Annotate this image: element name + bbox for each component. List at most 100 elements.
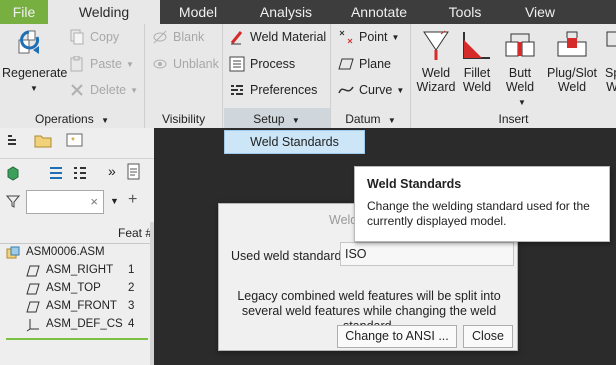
feat-number: 3 — [128, 300, 135, 312]
tree-item-label: ASM_FRONT — [46, 300, 117, 312]
tab-file[interactable]: File — [0, 0, 48, 24]
insert-here-marker[interactable] — [6, 338, 148, 340]
setup-group: Weld Material Process Preferences Setup … — [223, 24, 331, 128]
curve-button[interactable]: Curve ▼ — [337, 79, 404, 101]
chevron-down-icon: ▼ — [396, 85, 405, 95]
tree-item-label: ASM_RIGHT — [46, 264, 114, 276]
favorites-icon[interactable]: * — [66, 132, 84, 151]
weld-standards-tooltip: Weld Standards Change the welding standa… — [354, 166, 610, 242]
preferences-icon — [228, 82, 246, 98]
plane-icon — [337, 56, 355, 72]
folder-icon[interactable] — [34, 132, 52, 151]
clear-icon[interactable]: × — [90, 194, 98, 209]
tree-item-asm-front[interactable]: ASM_FRONT 3 — [0, 298, 150, 316]
tree-columns-icon[interactable] — [72, 165, 88, 184]
operations-group: Copy Paste ▼ Delete ▼ Operations ▼ — [0, 24, 145, 128]
menu-bar: File Welding Model Analysis Annotate Too… — [0, 0, 616, 24]
tree-item-label: ASM0006.ASM — [26, 246, 105, 258]
delete-button[interactable]: Delete ▼ — [68, 79, 138, 101]
blank-button[interactable]: Blank — [151, 26, 204, 48]
plug-slot-weld-icon — [555, 28, 589, 62]
butt-weld-icon — [503, 28, 537, 62]
weld-material-button[interactable]: Weld Material — [228, 26, 326, 48]
tooltip-title: Weld Standards — [367, 177, 462, 191]
datum-plane-icon — [26, 265, 40, 280]
feat-number: 2 — [128, 282, 135, 294]
tree-scrollbar[interactable] — [150, 222, 154, 365]
document-icon[interactable] — [126, 163, 142, 184]
setup-group-label[interactable]: Setup ▼ — [223, 112, 330, 126]
chevron-down-icon: ▼ — [518, 98, 526, 107]
tree-item-asm-top[interactable]: ASM_TOP 2 — [0, 280, 150, 298]
weld-material-label: Weld Material — [250, 30, 327, 44]
unblank-label: Unblank — [173, 57, 219, 71]
process-icon — [228, 56, 246, 72]
copy-label: Copy — [90, 30, 120, 44]
used-weld-standard-label: Used weld standard — [231, 249, 342, 263]
tree-item-asm-def-cs[interactable]: ASM_DEF_CS 4 — [0, 316, 150, 334]
panel-tabs: * — [0, 128, 154, 152]
fillet-weld-icon — [460, 28, 494, 62]
more-icon[interactable]: » — [108, 163, 116, 179]
process-button[interactable]: Process — [228, 53, 295, 75]
delete-icon — [68, 82, 86, 98]
tree-toolbar: » — [0, 158, 154, 186]
add-icon[interactable]: + — [128, 191, 137, 209]
eye-icon — [151, 56, 169, 72]
feat-number: 4 — [128, 318, 135, 330]
plane-label: Plane — [359, 57, 391, 71]
filter-icon[interactable] — [5, 194, 21, 211]
plug-slot-weld-button[interactable]: Plug/Slot Weld — [545, 28, 599, 94]
close-button[interactable]: Close — [463, 325, 513, 348]
tree-header: Feat # — [0, 222, 154, 244]
tree-item-asm0006[interactable]: ASM0006.ASM — [0, 244, 150, 262]
feat-number-column-header[interactable]: Feat # — [118, 226, 152, 240]
eye-hidden-icon — [151, 29, 169, 45]
used-weld-standard-field: ISO — [340, 242, 514, 266]
butt-weld-button[interactable]: Butt Weld ▼ — [499, 28, 541, 110]
tab-analysis[interactable]: Analysis — [236, 0, 336, 24]
tree-item-asm-right[interactable]: ASM_RIGHT 1 — [0, 262, 150, 280]
point-button[interactable]: Point ▼ — [337, 26, 399, 48]
tab-tools[interactable]: Tools — [422, 0, 508, 24]
datum-plane-icon — [26, 301, 40, 316]
tab-model[interactable]: Model — [160, 0, 236, 24]
insert-group-label: Insert — [498, 112, 529, 126]
visibility-group: Blank Unblank Visibility — [145, 24, 223, 128]
datum-group: Point ▼ Plane Curve ▼ Datum ▼ — [331, 24, 411, 128]
datum-plane-icon — [26, 283, 40, 298]
tree-item-label: ASM_DEF_CS — [46, 318, 123, 330]
partial-icon — [605, 28, 616, 62]
chevron-down-icon[interactable]: ▼ — [110, 196, 119, 206]
weld-wizard-button[interactable]: Weld Wizard — [415, 28, 457, 94]
tree-item-label: ASM_TOP — [46, 282, 101, 294]
model-tree-tab-icon[interactable] — [6, 134, 20, 151]
preferences-button[interactable]: Preferences — [228, 79, 317, 101]
change-to-ansi-button[interactable]: Change to ANSI ... — [337, 325, 457, 348]
ribbon: Regenerate ▼ Copy Paste ▼ Delete ▼ Opera… — [0, 24, 616, 128]
assembly-icon — [6, 246, 20, 263]
visibility-group-label: Visibility — [161, 112, 206, 126]
paste-button[interactable]: Paste ▼ — [68, 53, 134, 75]
tree-list-icon[interactable] — [48, 165, 64, 184]
tree-filter-input[interactable]: × — [26, 190, 104, 214]
plane-button[interactable]: Plane — [337, 53, 391, 75]
unblank-button[interactable]: Unblank — [151, 53, 219, 75]
tab-view[interactable]: View — [508, 0, 572, 24]
tab-annotate[interactable]: Annotate — [336, 0, 422, 24]
copy-icon — [68, 29, 86, 45]
fillet-weld-button[interactable]: Fillet Weld — [459, 28, 495, 94]
operations-group-label[interactable]: Operations ▼ — [0, 112, 144, 126]
tooltip-body: Change the welding standard used for the… — [367, 199, 590, 228]
tab-welding[interactable]: Welding — [48, 0, 160, 24]
partial-ribbon-button[interactable]: SpW — [605, 28, 616, 94]
chevron-down-icon: ▼ — [125, 59, 134, 69]
chevron-down-icon: ▼ — [391, 32, 400, 42]
copy-button[interactable]: Copy — [68, 26, 119, 48]
datum-group-label[interactable]: Datum ▼ — [331, 112, 410, 126]
model-tree-panel: * » × ▼ + Feat # ASM0006.ASM ASM_RIGHT 1… — [0, 128, 154, 365]
insert-group: Weld Wizard Fillet Weld Butt Weld ▼ Plug/Sl… — [411, 24, 616, 128]
delete-label: Delete — [90, 83, 127, 97]
weld-standards-menu-item[interactable]: Weld Standards — [224, 130, 365, 154]
cube-icon[interactable] — [6, 165, 20, 184]
